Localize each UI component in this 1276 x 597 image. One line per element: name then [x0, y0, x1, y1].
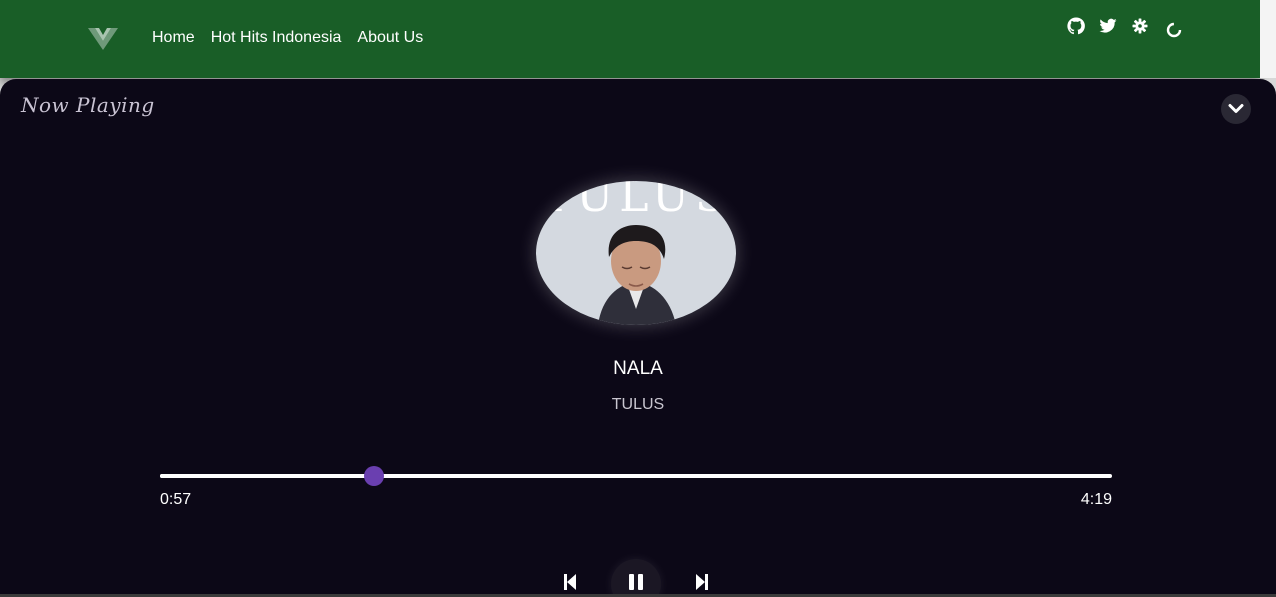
gear-icon[interactable] — [1130, 16, 1150, 36]
skip-next-icon[interactable] — [694, 572, 710, 592]
skip-previous-icon[interactable] — [562, 572, 578, 592]
elapsed-time: 0:57 — [160, 491, 192, 508]
pause-icon — [629, 574, 643, 590]
play-pause-button[interactable] — [611, 559, 661, 597]
nav-link-hot-hits-indonesia[interactable]: Hot Hits Indonesia — [211, 29, 342, 47]
now-playing-panel: Now Playing TULUS NALA TULUS 0:57 4:19 — [0, 79, 1276, 597]
scrollbar-track[interactable] — [1260, 0, 1276, 78]
progress-fill — [160, 474, 375, 478]
twitter-icon[interactable] — [1098, 16, 1118, 36]
song-title: NALA — [613, 358, 663, 379]
chevron-down-icon — [1228, 104, 1244, 113]
progress-slider[interactable] — [160, 466, 1112, 486]
album-cover: TULUS — [536, 181, 736, 325]
song-artist[interactable]: TULUS — [0, 396, 1276, 414]
main-nav: Home Hot Hits Indonesia About Us — [152, 29, 423, 47]
progress-thumb[interactable] — [364, 466, 385, 486]
v-logo-icon[interactable] — [86, 24, 120, 52]
nav-link-home[interactable]: Home — [152, 29, 195, 47]
collapse-player-button[interactable] — [1221, 94, 1251, 124]
nav-link-about-us[interactable]: About Us — [357, 29, 423, 47]
total-duration: 4:19 — [1080, 491, 1112, 508]
github-icon[interactable] — [1066, 16, 1086, 36]
cover-text: TULUS — [541, 181, 731, 222]
top-navbar: Home Hot Hits Indonesia About Us — [0, 0, 1260, 78]
now-playing-heading: Now Playing — [21, 93, 155, 117]
loading-spinner-icon — [1166, 22, 1182, 38]
